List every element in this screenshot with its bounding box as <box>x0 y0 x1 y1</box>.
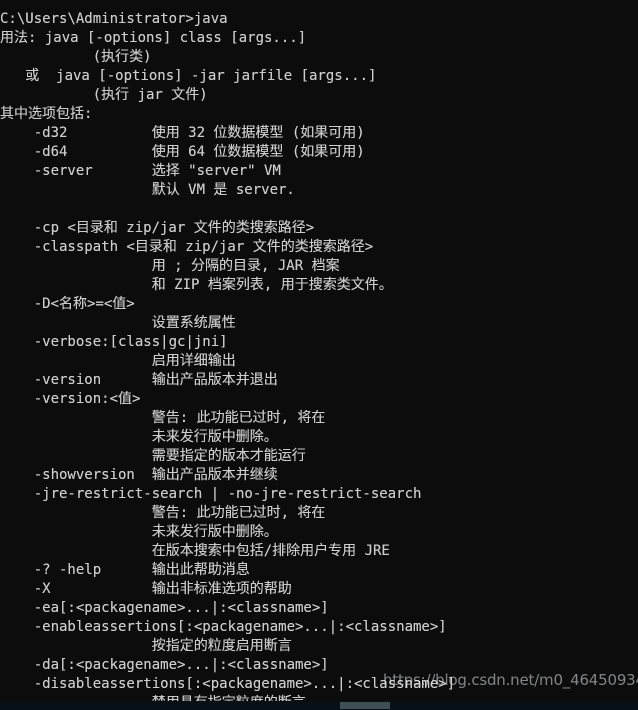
console-line: 未来发行版中删除。 <box>0 429 278 445</box>
console-line: -disableassertions[:<packagename>...|:<c… <box>0 676 456 692</box>
console-line: -d32 使用 32 位数据模型 (如果可用) <box>0 125 365 141</box>
console-line: 用法: java [-options] class [args...] <box>0 30 307 46</box>
horizontal-scrollbar[interactable] <box>0 701 638 710</box>
console-line: 设置系统属性 <box>0 315 236 331</box>
console-line: -cp <目录和 zip/jar 文件的类搜索路径> <box>0 220 315 236</box>
console-line: 警告: 此功能已过时, 将在 <box>0 410 326 426</box>
console-line: -? -help 输出此帮助消息 <box>0 562 250 578</box>
console-line: 默认 VM 是 server. <box>0 182 295 198</box>
console-line: 或 java [-options] -jar jarfile [args...] <box>0 68 377 84</box>
console-line: -ea[:<packagename>...|:<classname>] <box>0 600 329 616</box>
console-line: 需要指定的版本才能运行 <box>0 448 306 464</box>
console-line: (执行 jar 文件) <box>0 87 208 103</box>
console-line: -showversion 输出产品版本并继续 <box>0 467 278 483</box>
console-line: 启用详细输出 <box>0 353 236 369</box>
console-line: -enableassertions[:<packagename>...|:<cl… <box>0 619 447 635</box>
console-line: -da[:<packagename>...|:<classname>] <box>0 657 329 673</box>
command-prompt-window[interactable]: C:\Users\Administrator>java 用法: java [-op… <box>0 0 638 710</box>
horizontal-scrollbar-thumb[interactable] <box>340 702 390 709</box>
console-line: -classpath <目录和 zip/jar 文件的类搜索路径> <box>0 239 374 255</box>
console-line: 用 ; 分隔的目录, JAR 档案 <box>0 258 340 274</box>
console-line: -verbose:[class|gc|jni] <box>0 334 228 350</box>
console-line: 和 ZIP 档案列表, 用于搜索类文件。 <box>0 277 393 293</box>
console-line: -server 选择 "server" VM <box>0 163 281 179</box>
console-line: (执行类) <box>0 49 152 65</box>
console-line: -D<名称>=<值> <box>0 296 135 312</box>
console-output: C:\Users\Administrator>java 用法: java [-op… <box>0 10 576 710</box>
console-line: -version 输出产品版本并退出 <box>0 372 278 388</box>
console-line: -X 输出非标准选项的帮助 <box>0 581 292 597</box>
console-line: 按指定的粒度启用断言 <box>0 638 292 654</box>
console-line: 其中选项包括: <box>0 106 93 122</box>
console-line: -version:<值> <box>0 391 141 407</box>
console-line: -d64 使用 64 位数据模型 (如果可用) <box>0 144 365 160</box>
console-line: -jre-restrict-search | -no-jre-restrict-… <box>0 486 422 502</box>
console-line: 警告: 此功能已过时, 将在 <box>0 505 326 521</box>
console-line: 在版本搜索中包括/排除用户专用 JRE <box>0 543 390 559</box>
console-line: C:\Users\Administrator>java <box>0 11 228 27</box>
console-line: 未来发行版中删除。 <box>0 524 278 540</box>
